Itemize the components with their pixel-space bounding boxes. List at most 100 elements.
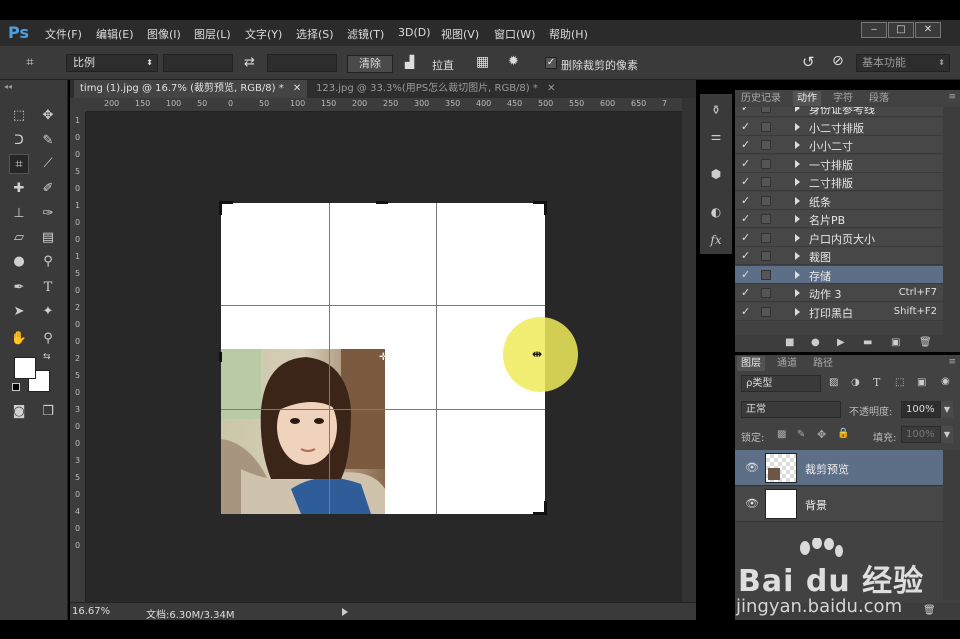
tab-paragraph[interactable]: 段落: [865, 91, 893, 106]
menu-3d[interactable]: 3D(D): [398, 26, 431, 39]
chevron-down-icon[interactable]: ▼: [941, 401, 953, 418]
chevron-down-icon[interactable]: ▼: [941, 426, 953, 443]
menu-edit[interactable]: 编辑(E): [96, 26, 134, 42]
crop-handle-bottom-right[interactable]: [544, 501, 547, 515]
crop-handle-left[interactable]: [219, 352, 222, 362]
actions-scrollbar[interactable]: [943, 107, 960, 335]
tab-channels[interactable]: 通道: [773, 356, 801, 371]
new-action-icon[interactable]: ▣: [891, 337, 900, 348]
swap-icon[interactable]: ⇄: [244, 55, 255, 70]
screen-mode-icon[interactable]: ❐: [38, 402, 58, 422]
crop-handle-top-left[interactable]: [219, 201, 222, 215]
layer-crop-preview[interactable]: 👁 裁剪预览: [735, 450, 943, 486]
menu-view[interactable]: 视图(V): [441, 26, 479, 42]
toggle-check-icon[interactable]: ✓: [741, 249, 750, 262]
path-selection-tool-icon[interactable]: ➤: [9, 302, 29, 322]
zoom-tool-icon[interactable]: ⚲: [38, 329, 58, 349]
toggle-check-icon[interactable]: ✓: [741, 286, 750, 299]
stamp-tool-icon[interactable]: ⊥: [9, 204, 29, 224]
grid-overlay-icon[interactable]: ▦: [476, 54, 489, 70]
toggle-check-icon[interactable]: ✓: [741, 305, 750, 318]
fill-input[interactable]: 100%: [901, 426, 941, 443]
menu-select[interactable]: 选择(S): [296, 26, 334, 42]
eraser-tool-icon[interactable]: ▱: [9, 228, 29, 248]
lock-pixels-icon[interactable]: ✎: [797, 429, 805, 440]
action-row[interactable]: ✓ 户口内页大小: [735, 228, 943, 247]
dialog-toggle-icon[interactable]: [761, 177, 771, 187]
crop-tool-preset-icon[interactable]: ⌗: [20, 53, 40, 73]
brush-presets-icon[interactable]: ⚱: [705, 100, 727, 120]
blend-mode-select[interactable]: 正常: [741, 401, 841, 418]
stop-icon[interactable]: ■: [785, 337, 794, 348]
reset-icon[interactable]: ↺: [802, 53, 815, 71]
adjustments-icon[interactable]: ⚌: [705, 126, 727, 146]
menu-type[interactable]: 文字(Y): [245, 26, 282, 42]
action-row[interactable]: ✓ 小小二寸: [735, 136, 943, 154]
dialog-toggle-icon[interactable]: [761, 306, 771, 317]
lasso-tool-icon[interactable]: ᑐ: [9, 131, 29, 151]
clear-button[interactable]: 清除: [347, 55, 393, 73]
eyedropper-tool-icon[interactable]: ⟋: [38, 154, 58, 174]
minimize-button[interactable]: ‒: [861, 22, 887, 38]
layers-scrollbar[interactable]: [943, 450, 960, 600]
fx-icon[interactable]: fx: [705, 230, 727, 250]
vertical-scrollbar[interactable]: [682, 98, 696, 602]
expand-triangle-icon[interactable]: [795, 289, 800, 297]
gradient-tool-icon[interactable]: ▤: [38, 228, 58, 248]
toggle-check-icon[interactable]: ✓: [741, 194, 750, 207]
expand-triangle-icon[interactable]: [795, 270, 800, 279]
straighten-icon[interactable]: ▟: [405, 55, 414, 69]
shape-tool-icon[interactable]: ✦: [38, 302, 58, 322]
toggle-check-icon[interactable]: ✓: [741, 175, 750, 188]
delete-cropped-checkbox[interactable]: ✓: [545, 57, 557, 69]
menu-filter[interactable]: 滤镜(T): [347, 26, 384, 42]
opacity-input[interactable]: 100%: [901, 401, 941, 418]
crop-tool-icon[interactable]: ⌗: [9, 154, 29, 174]
dialog-toggle-icon[interactable]: [761, 269, 771, 280]
dodge-tool-icon[interactable]: ⚲: [38, 252, 58, 272]
toggle-check-icon[interactable]: ✓: [741, 212, 750, 225]
expand-triangle-icon[interactable]: [795, 215, 800, 223]
action-row[interactable]: ✓ 一寸排版: [735, 154, 943, 173]
layer-filter-select[interactable]: ρ类型: [741, 375, 821, 392]
tab-history[interactable]: 历史记录: [737, 91, 785, 106]
menu-help[interactable]: 帮助(H): [549, 26, 588, 42]
play-icon[interactable]: ▶: [837, 337, 845, 348]
move-tool-icon[interactable]: ✥: [38, 106, 58, 126]
action-row[interactable]: ✓ 存储: [735, 265, 943, 284]
trash-icon[interactable]: 🗑: [919, 337, 932, 348]
tab-paths[interactable]: 路径: [809, 356, 837, 371]
expand-triangle-icon[interactable]: [795, 122, 800, 131]
healing-brush-tool-icon[interactable]: ✚: [9, 179, 29, 199]
default-colors-icon[interactable]: [12, 383, 20, 391]
swap-colors-icon[interactable]: ⇆: [43, 352, 51, 362]
action-row[interactable]: ✓ 名片PB: [735, 210, 943, 228]
tab-actions[interactable]: 动作: [793, 91, 821, 106]
marquee-tool-icon[interactable]: ⬚: [9, 106, 29, 126]
filter-pixel-icon[interactable]: ▨: [829, 377, 838, 388]
action-row[interactable]: ✓ 纸条: [735, 191, 943, 210]
tab-timg[interactable]: timg (1).jpg @ 16.7% (裁剪预览, RGB/8) * ✕: [74, 80, 308, 98]
width-field[interactable]: [163, 54, 233, 72]
filter-toggle-icon[interactable]: ◉: [941, 376, 950, 387]
dialog-toggle-icon[interactable]: [761, 288, 771, 298]
lock-transparency-icon[interactable]: ▩: [777, 429, 786, 440]
lock-position-icon[interactable]: ✥: [817, 428, 826, 441]
ruler-origin[interactable]: [70, 98, 86, 112]
filter-adjustment-icon[interactable]: ◑: [851, 377, 860, 388]
expand-triangle-icon[interactable]: [795, 196, 800, 205]
blur-tool-icon[interactable]: ●: [9, 252, 29, 272]
eye-icon[interactable]: 👁: [745, 461, 759, 474]
crop-handle-top[interactable]: [376, 201, 388, 204]
dialog-toggle-icon[interactable]: [761, 107, 771, 113]
dialog-toggle-icon[interactable]: [761, 121, 771, 132]
toggle-check-icon[interactable]: ✓: [741, 231, 750, 244]
expand-triangle-icon[interactable]: [795, 252, 800, 260]
type-tool-icon[interactable]: T: [38, 278, 58, 298]
action-row[interactable]: ✓ 身份证参考线: [735, 107, 943, 117]
action-row[interactable]: ✓ 二寸排版: [735, 173, 943, 191]
filter-smart-icon[interactable]: ▣: [917, 377, 926, 388]
foreground-color-swatch[interactable]: [14, 357, 36, 379]
status-menu-arrow-icon[interactable]: [342, 608, 348, 616]
brush-tool-icon[interactable]: ✐: [38, 179, 58, 199]
